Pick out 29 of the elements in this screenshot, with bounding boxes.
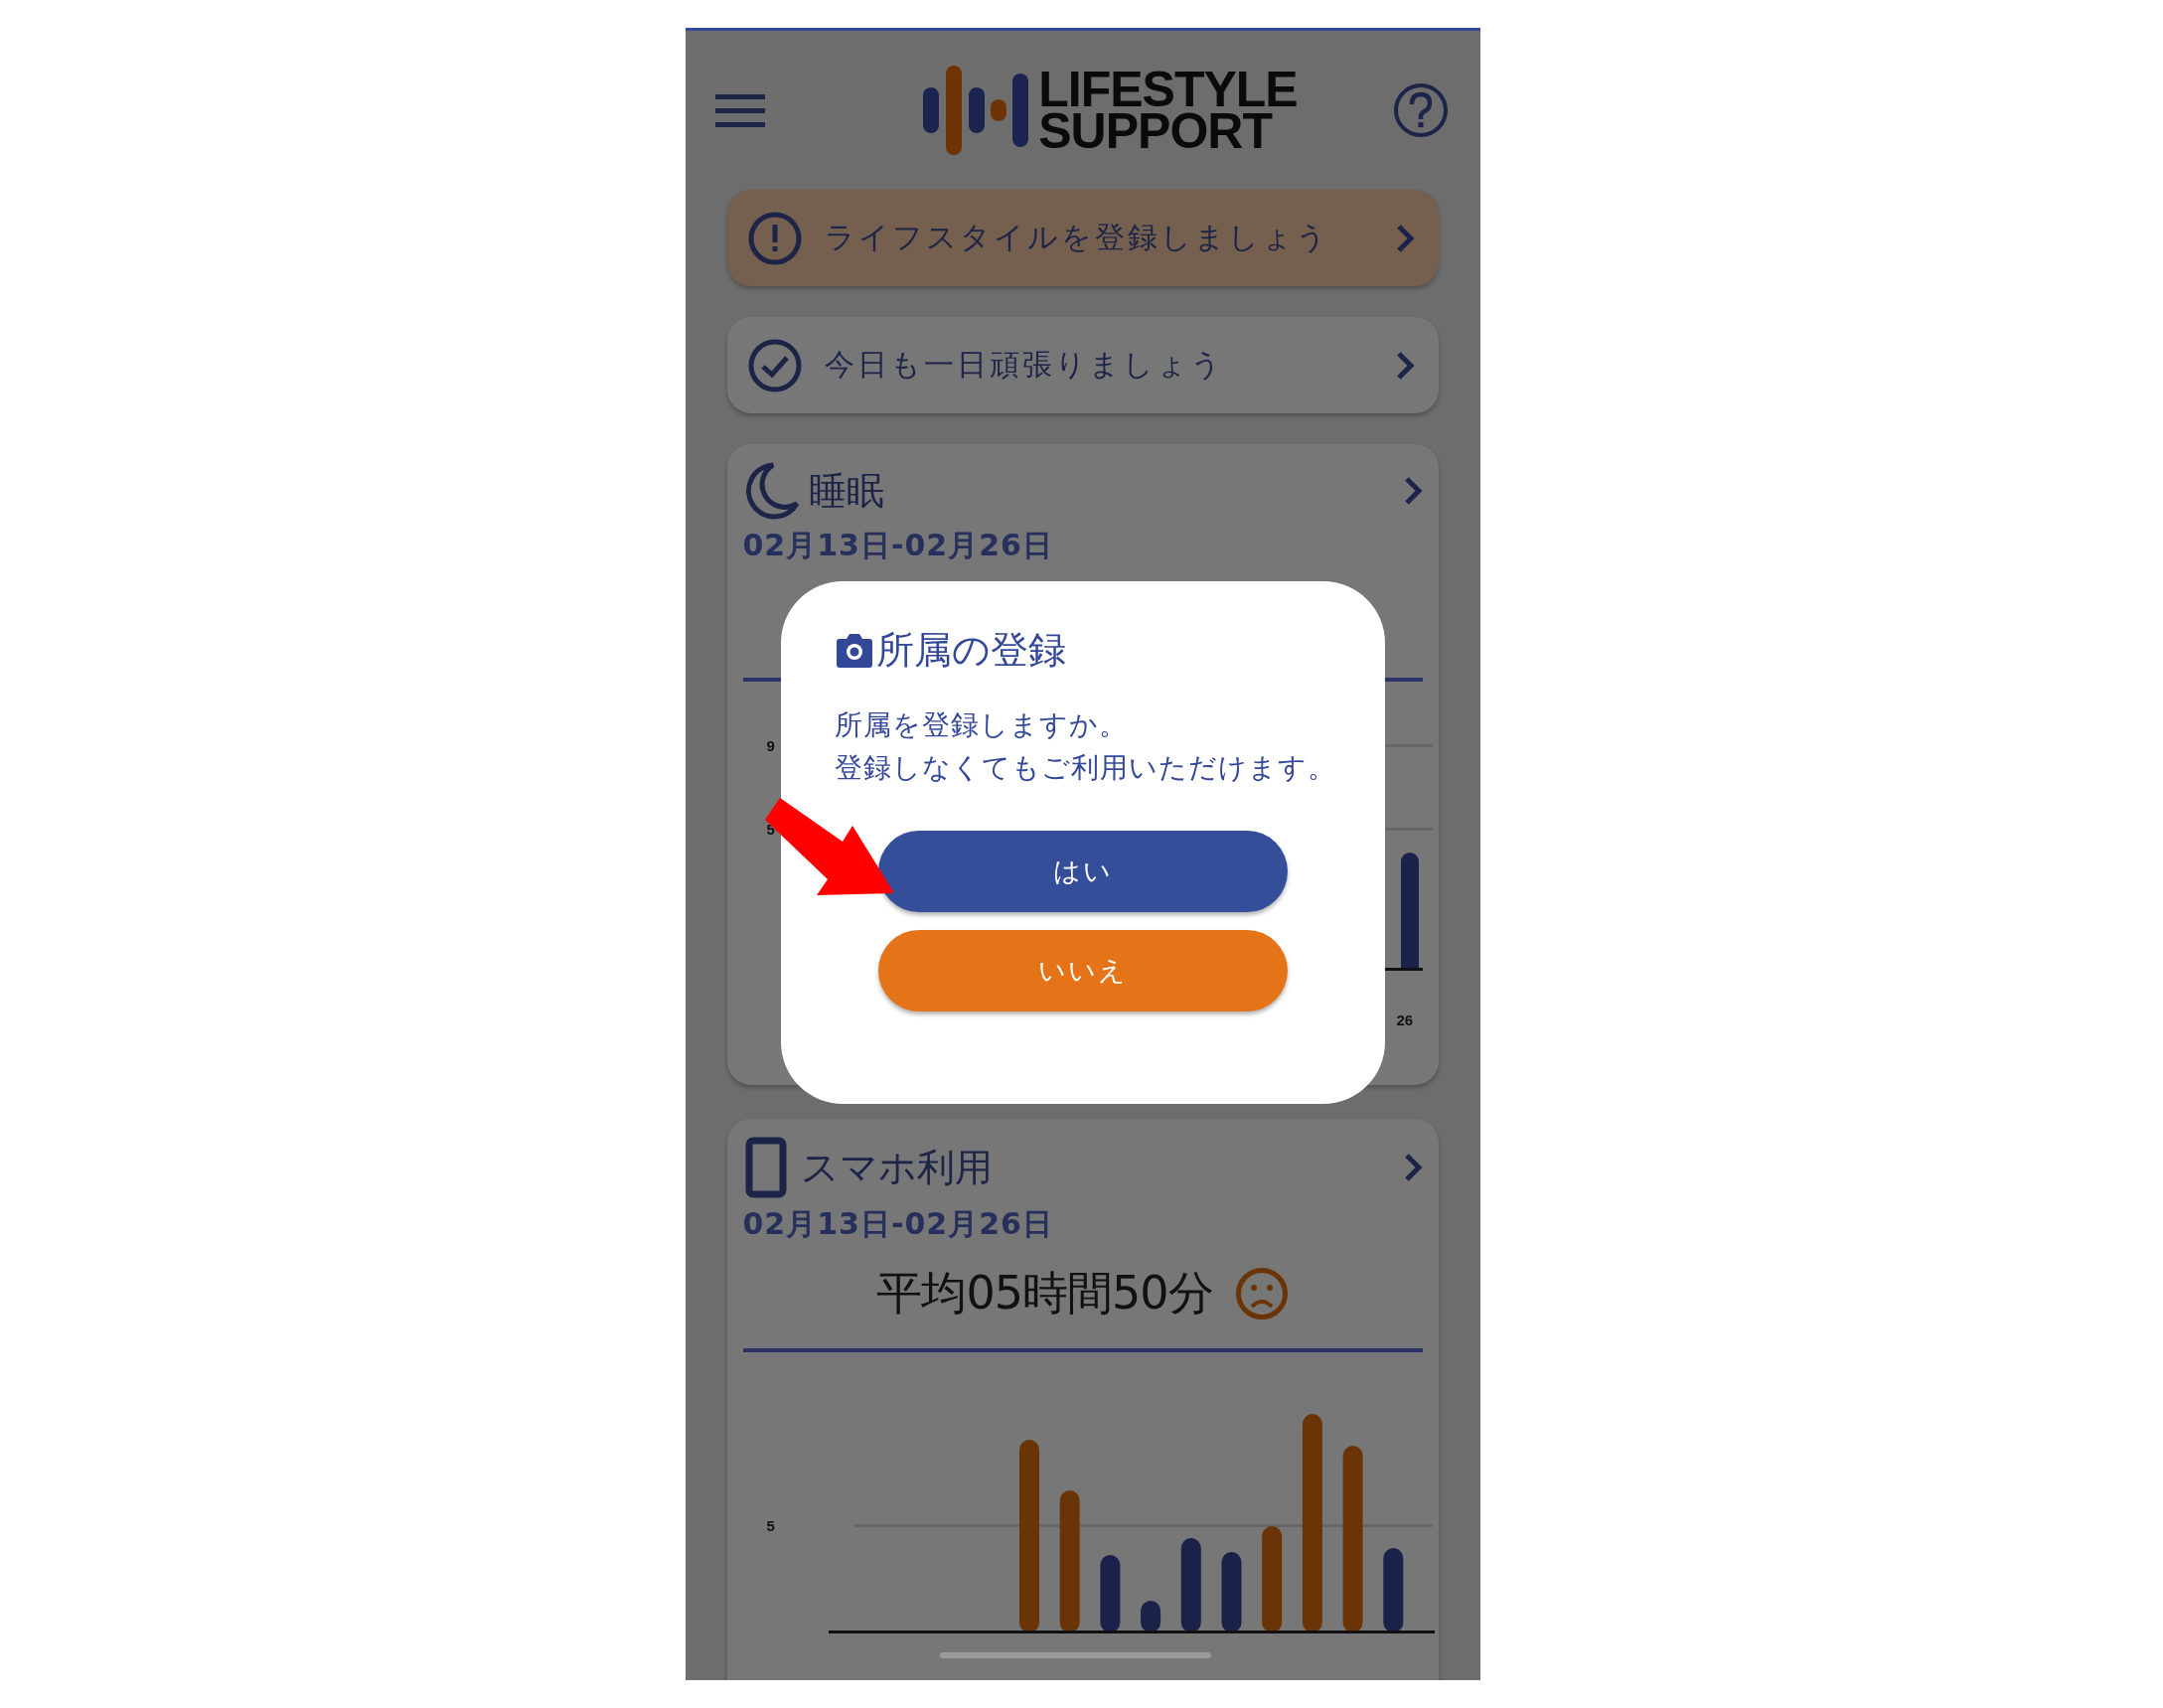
dialog-message: 登録しなくてもご利用いただけます。 — [834, 750, 1337, 786]
sound-wave-logo-icon — [921, 64, 1031, 157]
check-circle-icon — [746, 337, 803, 393]
phone-usage-card[interactable]: スマホ利用 02月13日-02月26日 平均05時間50分 5 — [726, 1119, 1439, 1680]
axis-tick-label: 26 — [1396, 1011, 1414, 1028]
no-button[interactable]: いいえ — [877, 930, 1288, 1011]
chevron-right-icon — [1402, 475, 1423, 507]
logo-text: LIFESTYLE — [1038, 69, 1298, 110]
chevron-right-icon — [1402, 1152, 1423, 1183]
card-title: スマホ利用 — [800, 1144, 994, 1191]
help-icon[interactable] — [1392, 82, 1449, 138]
yes-button[interactable]: はい — [877, 831, 1288, 912]
date-range: 02月13日-02月26日 — [742, 1205, 1054, 1243]
dialog-title: 所属の登録 — [875, 627, 1066, 674]
date-range: 02月13日-02月26日 — [742, 527, 1054, 564]
chevron-right-icon — [1394, 222, 1415, 254]
notice-card[interactable]: ライフスタイルを登録しましょう — [726, 190, 1439, 286]
logo-text: SUPPORT — [1038, 110, 1273, 152]
notice-card[interactable]: 今日も一日頑張りましょう — [726, 317, 1439, 413]
card-title: 睡眠 — [808, 467, 885, 515]
average-time: 平均05時間50分 — [876, 1265, 1213, 1321]
camera-icon — [834, 631, 874, 670]
chevron-right-icon — [1394, 349, 1415, 382]
dialog-message: 所属を登録しますか。 — [834, 707, 1129, 743]
axis-tick-label: 5 — [766, 1517, 775, 1534]
exclamation-circle-icon — [746, 210, 803, 266]
menu-icon[interactable] — [714, 92, 767, 128]
axis-tick-label: 9 — [766, 737, 775, 754]
chart-bar — [1140, 1601, 1160, 1632]
